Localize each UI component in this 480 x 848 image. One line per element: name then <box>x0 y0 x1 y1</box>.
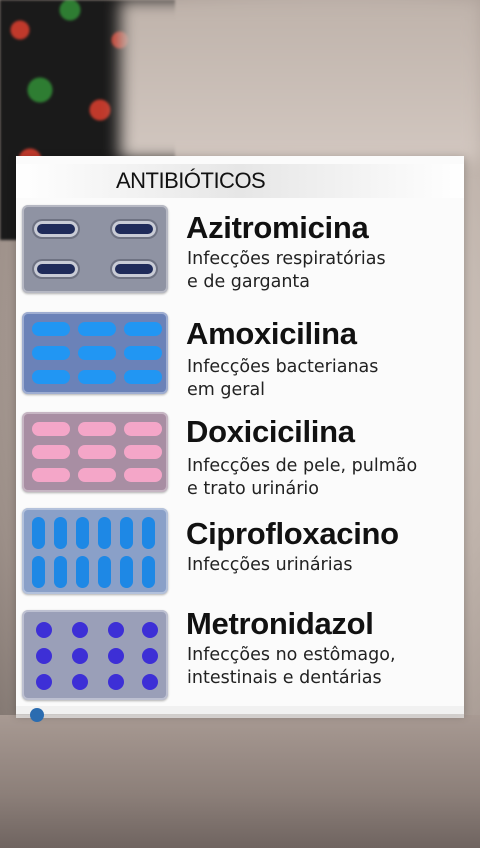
pill <box>124 370 162 384</box>
pill <box>142 674 158 690</box>
pill <box>78 370 116 384</box>
pill <box>124 468 162 482</box>
description-line: e trato urinário <box>187 479 319 499</box>
description-line: em geral <box>187 380 266 400</box>
pill <box>78 322 116 336</box>
medicine-row-amoxicilina: Amoxicilina Infecções bacterianas em ger… <box>16 308 464 406</box>
pill <box>98 517 111 549</box>
card-header: ANTIBIÓTICOS <box>16 164 464 198</box>
background-hand <box>0 715 480 848</box>
medicine-row-metronidazol: Metronidazol Infecções no estômago, inte… <box>16 606 464 706</box>
pill <box>76 517 89 549</box>
pill <box>34 221 78 237</box>
pill <box>54 517 67 549</box>
description-line: e de garganta <box>187 272 310 292</box>
pill <box>142 622 158 638</box>
pill <box>32 346 70 360</box>
blister-pack-azitromicina <box>22 205 168 293</box>
card-footer-strip <box>16 706 464 718</box>
pill <box>54 556 67 588</box>
pill <box>32 322 70 336</box>
medicine-description: Infecções bacterianas em geral <box>187 356 459 402</box>
pill <box>108 648 124 664</box>
pill <box>142 648 158 664</box>
pill <box>142 556 155 588</box>
card-title: ANTIBIÓTICOS <box>116 168 266 193</box>
medicine-name: Metronidazol <box>186 606 374 641</box>
blister-pack-amoxicilina <box>22 312 168 394</box>
pill <box>32 556 45 588</box>
pill <box>108 674 124 690</box>
medicine-description: Infecções de pele, pulmão e trato urinár… <box>187 455 459 501</box>
medicine-name: Amoxicilina <box>186 316 357 351</box>
pill <box>32 422 70 436</box>
medicine-row-doxicicilina: Doxicicilina Infecções de pele, pulmão e… <box>16 408 464 506</box>
pill <box>108 622 124 638</box>
pill <box>32 370 70 384</box>
pill <box>120 556 133 588</box>
pill <box>78 346 116 360</box>
pill <box>124 346 162 360</box>
pill <box>78 422 116 436</box>
description-line: Infecções de pele, pulmão <box>187 456 418 476</box>
pill <box>98 556 111 588</box>
medicine-name: Azitromicina <box>186 210 369 245</box>
footer-dot-icon <box>30 708 44 722</box>
pill <box>124 322 162 336</box>
medicine-description: Infecções no estômago, intestinais e den… <box>187 644 459 690</box>
medicine-description: Infecções urinárias <box>187 554 459 577</box>
pill <box>78 445 116 459</box>
description-line: Infecções no estômago, <box>187 645 396 665</box>
medicine-row-azitromicina: Azitromicina Infecções respiratórias e d… <box>16 202 464 300</box>
pill <box>72 622 88 638</box>
pill <box>78 468 116 482</box>
pill <box>120 517 133 549</box>
blister-pack-ciprofloxacino <box>22 508 168 594</box>
antibiotics-card: ANTIBIÓTICOS Azitromicina Infecções resp… <box>16 156 464 714</box>
medicine-description: Infecções respiratórias e de garganta <box>187 248 459 294</box>
medicine-name: Ciprofloxacino <box>186 516 399 551</box>
pill <box>32 517 45 549</box>
description-line: intestinais e dentárias <box>187 668 382 688</box>
description-line: Infecções urinárias <box>187 555 353 575</box>
description-line: Infecções respiratórias <box>187 249 386 269</box>
pill <box>36 648 52 664</box>
pill <box>112 221 156 237</box>
pill <box>32 445 70 459</box>
pill <box>32 468 70 482</box>
description-line: Infecções bacterianas <box>187 357 379 377</box>
pill <box>112 261 156 277</box>
pill <box>34 261 78 277</box>
pill <box>76 556 89 588</box>
pill <box>72 674 88 690</box>
pill <box>142 517 155 549</box>
pill <box>124 445 162 459</box>
background-blur <box>120 0 480 160</box>
blister-pack-doxicicilina <box>22 412 168 492</box>
medicine-name: Doxicicilina <box>186 414 355 449</box>
pill <box>72 648 88 664</box>
pill <box>36 622 52 638</box>
medicine-row-ciprofloxacino: Ciprofloxacino Infecções urinárias <box>16 508 464 600</box>
pill <box>36 674 52 690</box>
blister-pack-metronidazol <box>22 610 168 700</box>
pill <box>124 422 162 436</box>
